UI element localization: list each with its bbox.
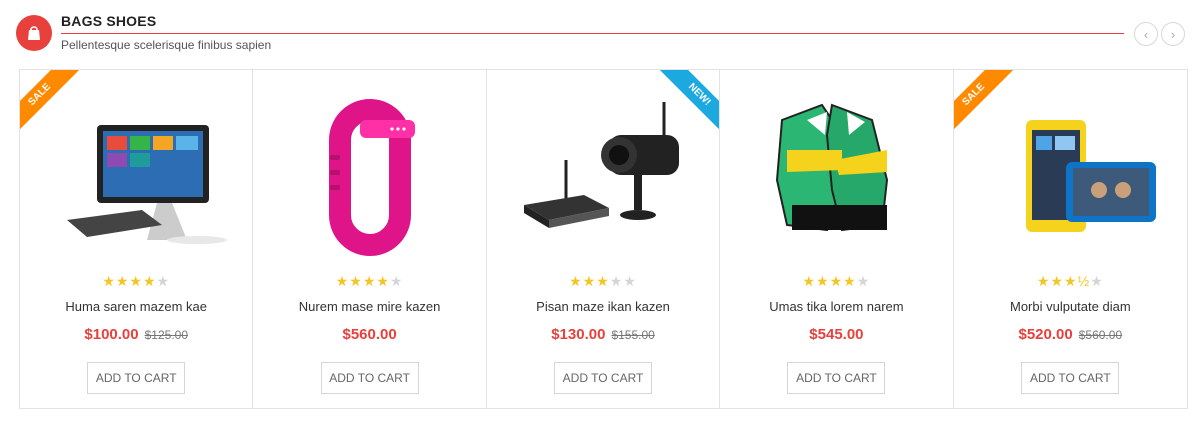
product-name[interactable]: Huma saren mazem kae [20,299,252,314]
section-header: BAGS SHOES Pellentesque scelerisque fini… [0,0,1197,60]
old-price: $155.00 [611,328,655,342]
product-name[interactable]: Umas tika lorem narem [720,299,952,314]
product-card[interactable]: ★★★★★ Nurem mase mire kazen $560.00 ADD … [253,70,487,408]
star-rating: ★★★★★ [335,273,404,289]
add-to-cart-button[interactable]: ADD TO CART [554,362,653,394]
product-grid: SALE ★★★★★ Huma saren mazem kae $100.00 $… [19,69,1188,409]
product-price: $560.00 [342,326,397,343]
product-card[interactable]: SALE ★★★★★ Huma saren mazem kae $100.00 $… [20,70,254,408]
add-to-cart-button[interactable]: ADD TO CART [787,362,886,394]
product-price: $545.00 [809,326,864,343]
product-image-fitness-band[interactable] [280,90,460,260]
product-image-camera[interactable] [514,90,694,260]
product-prices: $130.00 $155.00 [487,326,719,344]
product-card[interactable]: ★★★★★ Umas tika lorem narem $545.00 ADD … [720,70,954,408]
product-price: $130.00 [551,326,606,343]
star-rating: ★★★★★ [569,273,637,289]
bag-icon [16,15,52,51]
prev-button[interactable]: ‹ [1134,22,1158,46]
add-to-cart-button[interactable]: ADD TO CART [1021,362,1120,394]
add-to-cart-button[interactable]: ADD TO CART [87,362,186,394]
product-card[interactable]: SALE ★★★½★ Morbi vulputate diam $520.00 $… [953,70,1187,408]
product-image-smartphones[interactable] [981,90,1161,260]
product-prices: $545.00 [720,326,952,344]
next-button[interactable]: › [1161,22,1185,46]
title-divider [61,33,1124,34]
old-price: $125.00 [144,328,189,342]
section-subtitle: Pellentesque scelerisque finibus sapien [61,38,272,52]
star-rating: ★★★★★ [802,273,871,289]
section-title: BAGS SHOES [61,13,157,29]
product-price: $100.00 [84,326,139,343]
product-prices: $560.00 [253,326,485,344]
product-image-computer[interactable] [47,90,227,260]
old-price: $560.00 [1078,328,1123,342]
product-card[interactable]: NEW! ★★★★★ Pisan maze ikan kazen $130.00… [487,70,721,408]
product-name[interactable]: Pisan maze ikan kazen [487,299,719,314]
chevron-left-icon: ‹ [1143,26,1149,42]
product-price: $520.00 [1018,326,1073,343]
star-rating: ★★★½★ [1036,273,1104,289]
product-name[interactable]: Nurem mase mire kazen [253,299,485,314]
product-prices: $100.00 $125.00 [20,326,252,344]
chevron-right-icon: › [1170,26,1176,42]
star-rating: ★★★★★ [102,273,171,289]
product-name[interactable]: Morbi vulputate diam [954,299,1187,314]
product-image-gloves[interactable] [747,90,927,260]
add-to-cart-button[interactable]: ADD TO CART [320,362,419,394]
product-prices: $520.00 $560.00 [954,326,1187,344]
